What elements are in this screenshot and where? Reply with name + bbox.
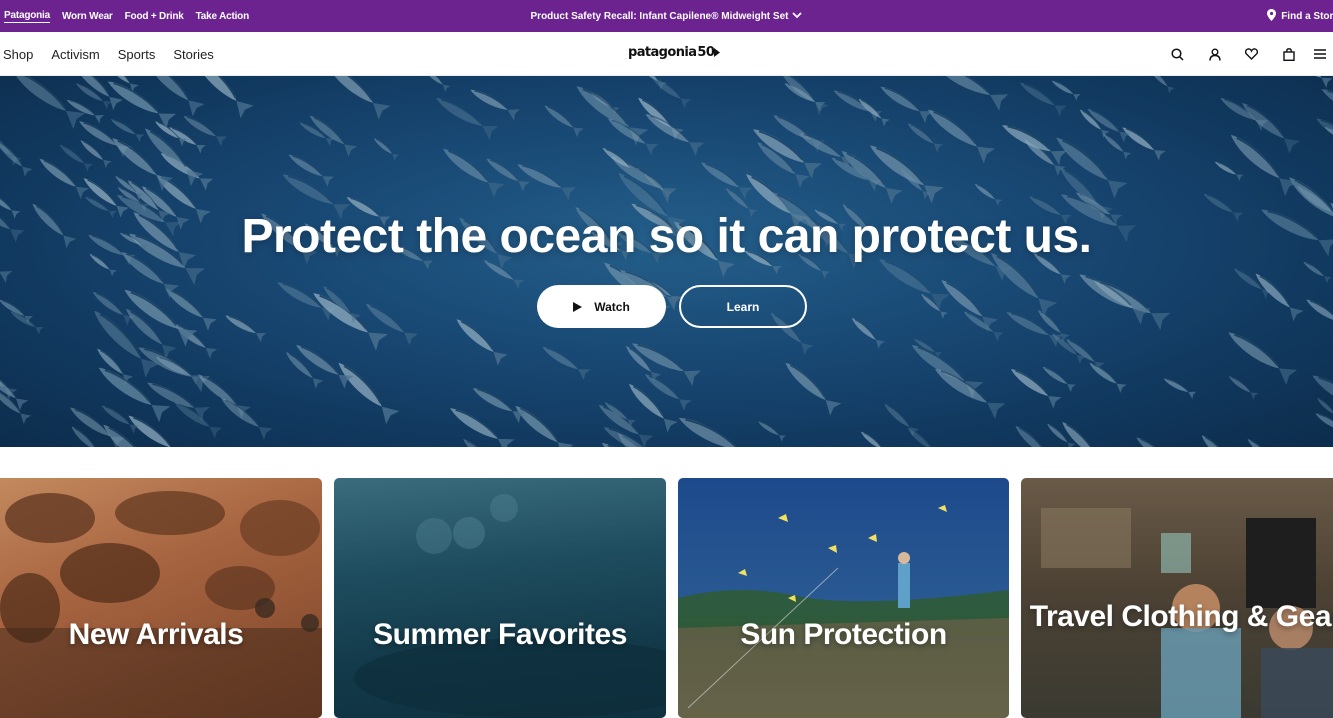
heart-icon[interactable] xyxy=(1233,32,1270,76)
nav-item-stories[interactable]: Stories xyxy=(173,47,213,62)
utility-link-food-drink[interactable]: Food + Drink xyxy=(125,11,184,22)
card-label-travel-clothing-gear: Travel Clothing & Gear xyxy=(1029,600,1333,633)
chevron-down-icon xyxy=(792,11,803,22)
hero-buttons: Watch Learn xyxy=(537,285,807,328)
card-new-arrivals[interactable]: New Arrivals xyxy=(0,478,322,718)
card-sun-protection[interactable]: Sun Protection xyxy=(678,478,1009,718)
watch-button[interactable]: Watch xyxy=(537,285,666,328)
play-icon xyxy=(573,301,583,312)
card-travel-clothing-gear[interactable]: Travel Clothing & Gear xyxy=(1021,478,1333,718)
account-icon[interactable] xyxy=(1196,32,1233,76)
utility-link-take-action[interactable]: Take Action xyxy=(196,11,250,22)
watch-label: Watch xyxy=(594,299,630,314)
main-nav: Shop Activism Sports Stories patagonia 5… xyxy=(0,32,1333,76)
find-store-label: Find a Store xyxy=(1281,10,1333,22)
card-image-fishing xyxy=(678,505,1009,718)
menu-icon[interactable] xyxy=(1307,32,1333,76)
hero-banner: Protect the ocean so it can protect us. … xyxy=(0,76,1333,447)
logo-arrow-icon xyxy=(714,48,721,57)
nav-item-sports[interactable]: Sports xyxy=(118,47,156,62)
category-cards: New Arrivals Summer Favorites Sun Protec… xyxy=(0,478,1333,718)
patagonia-logo[interactable]: patagonia 50 xyxy=(628,45,721,60)
card-summer-favorites[interactable]: Summer Favorites xyxy=(334,478,666,718)
card-label-new-arrivals: New Arrivals xyxy=(68,618,244,651)
logo-badge: 50 xyxy=(697,45,715,60)
card-image-rocks xyxy=(0,491,322,718)
learn-label: Learn xyxy=(726,299,760,314)
nav-item-activism[interactable]: Activism xyxy=(51,47,99,62)
utility-link-patagonia[interactable]: Patagonia xyxy=(4,10,50,23)
search-icon[interactable] xyxy=(1159,32,1196,76)
find-store-link[interactable]: Find a Store xyxy=(1267,0,1333,32)
recall-text: Product Safety Recall: Infant Capilene® … xyxy=(530,10,789,22)
learn-button[interactable]: Learn xyxy=(679,285,807,328)
card-label-sun-protection: Sun Protection xyxy=(740,618,947,651)
utility-link-worn-wear[interactable]: Worn Wear xyxy=(62,11,113,22)
utility-links: Patagonia Worn Wear Food + Drink Take Ac… xyxy=(4,0,249,32)
recall-link[interactable]: Product Safety Recall: Infant Capilene® … xyxy=(531,11,803,22)
nav-item-shop[interactable]: Shop xyxy=(3,47,33,62)
card-label-summer-favorites: Summer Favorites xyxy=(373,618,627,651)
card-image-water xyxy=(354,494,666,718)
nav-links: Shop Activism Sports Stories xyxy=(3,32,214,76)
nav-icons xyxy=(1159,32,1333,76)
map-pin-icon xyxy=(1267,8,1277,24)
logo-text: patagonia xyxy=(628,45,697,60)
utility-bar: Patagonia Worn Wear Food + Drink Take Ac… xyxy=(0,0,1333,32)
hero-title: Protect the ocean so it can protect us. xyxy=(241,210,1092,263)
bag-icon[interactable] xyxy=(1270,32,1307,76)
